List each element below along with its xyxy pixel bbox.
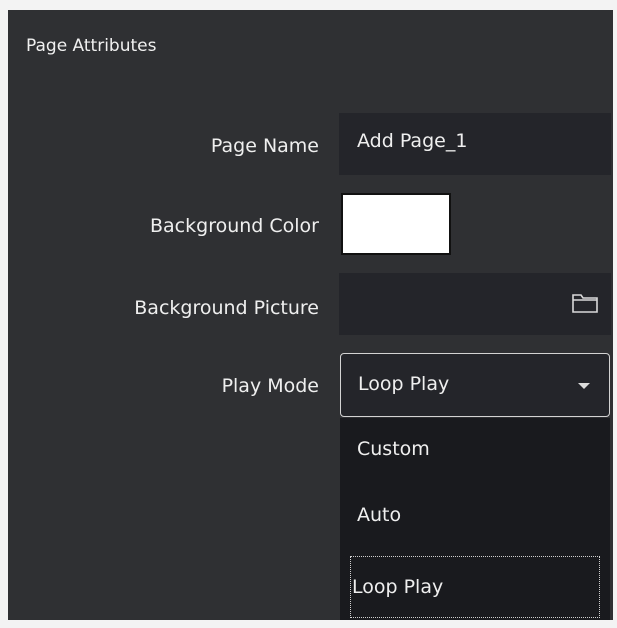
play-mode-select[interactable]: Loop Play: [340, 353, 610, 417]
background-color-label: Background Color: [150, 215, 319, 237]
play-mode-dropdown: Custom Auto Loop Play: [340, 418, 610, 620]
dropdown-option-auto[interactable]: Auto: [340, 484, 610, 548]
background-picture-field[interactable]: [339, 273, 611, 335]
option-label: Loop Play: [352, 576, 444, 598]
panel-title: Page Attributes: [26, 36, 157, 56]
background-picture-label: Background Picture: [134, 297, 319, 319]
play-mode-value: Loop Play: [358, 373, 450, 395]
play-mode-label: Play Mode: [221, 375, 319, 397]
option-label: Custom: [357, 438, 430, 460]
page-name-field[interactable]: Add Page_1: [339, 113, 611, 175]
page-name-label: Page Name: [210, 135, 319, 157]
dropdown-option-loop-play[interactable]: Loop Play: [350, 556, 600, 618]
folder-icon[interactable]: [571, 291, 599, 315]
page-attributes-panel: Page Attributes Page Name Add Page_1 Bac…: [8, 10, 613, 620]
page-name-value: Add Page_1: [357, 130, 468, 152]
background-color-swatch[interactable]: [341, 193, 451, 255]
option-label: Auto: [357, 504, 402, 526]
chevron-down-icon[interactable]: [578, 383, 590, 389]
dropdown-option-custom[interactable]: Custom: [340, 418, 610, 482]
